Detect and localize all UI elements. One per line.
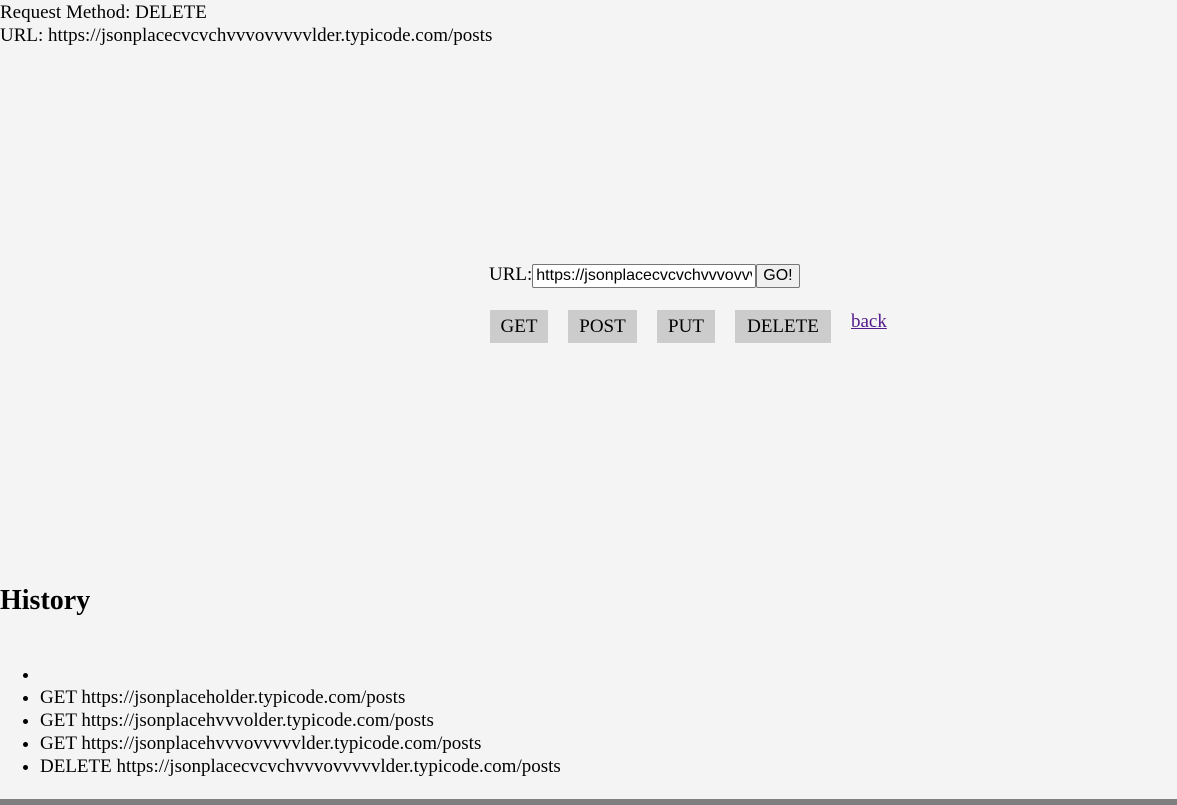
post-method-button[interactable]: POST bbox=[568, 310, 637, 343]
history-item: GET https://jsonplacehvvvolder.typicode.… bbox=[40, 709, 561, 732]
history-item: GET https://jsonplacehvvvovvvvvlder.typi… bbox=[40, 732, 561, 755]
delete-method-button[interactable]: DELETE bbox=[735, 310, 831, 343]
url-form: URL: GO! bbox=[489, 263, 800, 289]
put-method-button[interactable]: PUT bbox=[657, 310, 715, 343]
history-list: GET https://jsonplaceholder.typicode.com… bbox=[0, 663, 561, 778]
request-url-text: URL: https://jsonplacecvcvchvvvovvvvvlde… bbox=[0, 25, 493, 46]
horizontal-scrollbar[interactable] bbox=[0, 799, 1177, 805]
history-item: DELETE https://jsonplacecvcvchvvvovvvvvl… bbox=[40, 755, 561, 778]
go-button[interactable]: GO! bbox=[756, 264, 800, 288]
back-link[interactable]: back bbox=[851, 310, 887, 333]
history-item bbox=[40, 663, 561, 686]
url-label: URL: bbox=[489, 263, 533, 285]
history-item: GET https://jsonplaceholder.typicode.com… bbox=[40, 686, 561, 709]
request-method-text: Request Method: DELETE bbox=[0, 2, 207, 23]
get-method-button[interactable]: GET bbox=[490, 310, 548, 343]
history-heading: History bbox=[0, 585, 91, 616]
url-input[interactable] bbox=[532, 264, 757, 288]
